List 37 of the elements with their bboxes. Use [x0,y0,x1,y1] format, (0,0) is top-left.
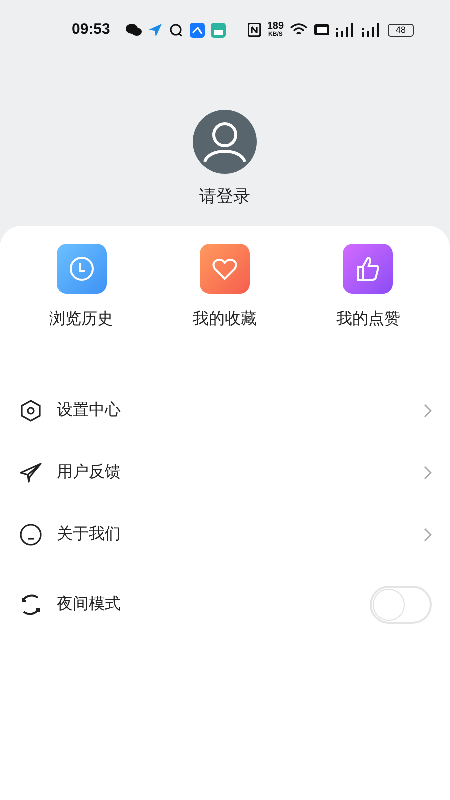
chat-icon [126,23,142,37]
shortcut-button[interactable]: 我的点赞 [296,244,440,332]
chevron-right-icon [424,528,432,542]
menu-label: 夜间模式 [57,594,122,615]
shortcut-label: 浏览历史 [50,310,114,330]
clock-icon [56,244,107,294]
clock: 09:53 [72,20,110,40]
menu-label: 关于我们 [57,524,122,545]
thumbs-up-icon [343,244,394,294]
toggle-switch[interactable] [370,586,432,624]
menu-item[interactable]: 设置中心 [0,380,450,442]
wifi-icon [290,23,308,37]
avatar-icon[interactable] [193,110,257,174]
paper-plane-icon [148,22,164,38]
signal-icon [336,23,356,37]
refresh-icon [19,593,43,617]
shortcut-button[interactable]: 我的收藏 [153,244,297,332]
signal-icon [362,23,382,37]
network-speed: 189 [267,22,284,32]
login-link[interactable]: 请登录 [200,184,250,210]
battery-indicator: 48 [388,24,414,36]
chevron-right-icon [424,466,432,480]
chevron-right-icon [424,404,432,418]
nfc-icon [248,23,262,37]
app-icon [190,22,206,38]
paper-plane-icon [19,461,43,485]
menu-item[interactable]: 用户反馈 [0,442,450,504]
shortcut-label: 我的收藏 [192,310,257,330]
smile-icon [19,523,43,547]
menu-item[interactable]: 关于我们 [0,504,450,566]
menu-label: 用户反馈 [57,462,122,483]
app-icon [211,22,226,38]
shortcut-button[interactable]: 浏览历史 [10,244,154,332]
settings-icon [19,399,43,423]
menu-item[interactable]: 夜间模式 [0,566,450,644]
shortcut-label: 我的点赞 [336,310,400,330]
menu-label: 设置中心 [57,400,122,421]
